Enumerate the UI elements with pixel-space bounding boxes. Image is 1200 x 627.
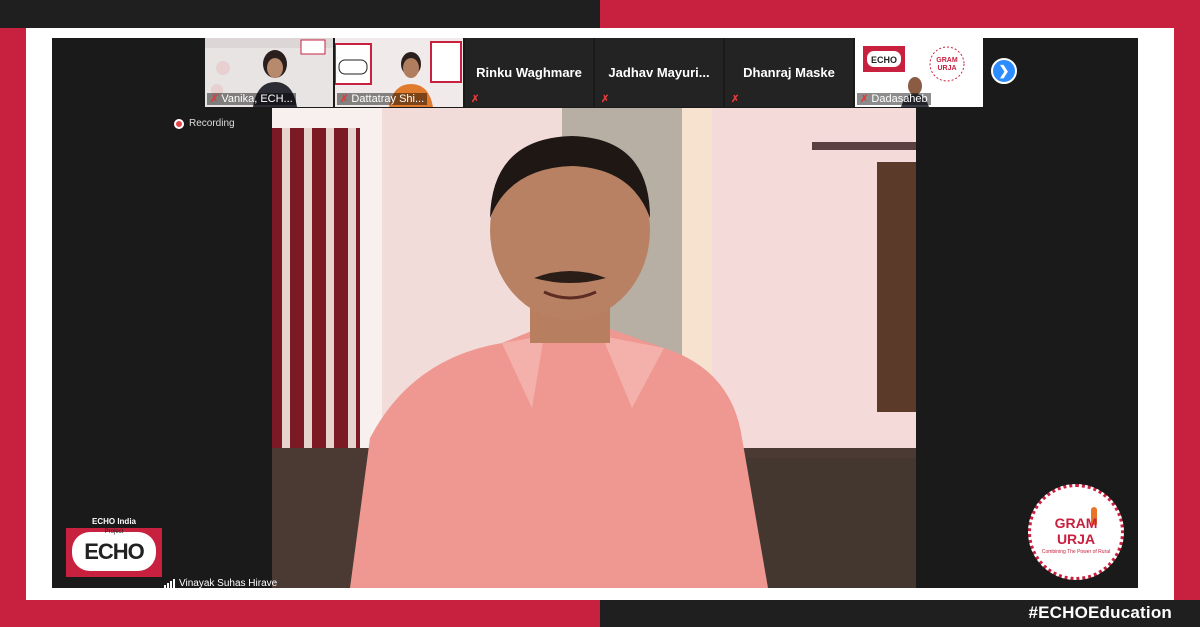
recording-indicator[interactable]: Recording <box>174 118 235 129</box>
recording-label: Recording <box>189 118 235 129</box>
banner-side-left <box>0 28 26 600</box>
speaker-video-frame <box>272 108 916 588</box>
participant-name: Dattatray Shi... <box>351 93 425 105</box>
mic-muted-icon: ✗ <box>471 94 480 105</box>
banner-top-left <box>0 0 600 28</box>
participant-name: Jadhav Mayuri... <box>608 65 710 80</box>
participant-name: Rinku Waghmare <box>476 65 582 80</box>
mic-muted-icon: ✗ <box>340 93 349 105</box>
banner-top-right <box>600 0 1200 28</box>
participant-tile-dadasaheb[interactable]: ECHO GRAM URJA ✗ Dadasaheb <box>855 38 983 107</box>
zoom-meeting-window: ✗ Vanika, ECH... ✗ Dattatray Shi... Rink… <box>52 38 1138 588</box>
echo-wordmark: ECHO <box>72 532 156 571</box>
hashtag-text: #ECHOEducation <box>1028 603 1172 622</box>
next-participants-button[interactable]: ❯ <box>991 58 1017 84</box>
participant-tile-rinku[interactable]: Rinku Waghmare ✗ <box>465 38 593 107</box>
gram-urja-line2: URJA <box>1056 531 1096 547</box>
participant-label-dadasaheb: ✗ Dadasaheb <box>857 93 931 105</box>
echo-logo-text: ECHO <box>84 538 145 564</box>
participant-label-dattatray: ✗ Dattatray Shi... <box>337 93 428 105</box>
chevron-right-icon: ❯ <box>998 63 1010 78</box>
participant-tile-dattatray[interactable]: ✗ Dattatray Shi... <box>335 38 463 107</box>
participant-tile-vanika[interactable]: ✗ Vanika, ECH... <box>205 38 333 107</box>
svg-text:URJA: URJA <box>937 65 956 72</box>
participant-tile-dhanraj[interactable]: Dhanraj Maske ✗ <box>725 38 853 107</box>
mic-muted-icon: ✗ <box>601 94 610 105</box>
signal-bars-icon <box>164 579 175 588</box>
speaker-name-label: Vinayak Suhas Hirave <box>164 578 277 588</box>
participant-name: Dhanraj Maske <box>743 65 835 80</box>
active-speaker-video <box>272 108 916 588</box>
participant-tile-jadhav[interactable]: Jadhav Mayuri... ✗ <box>595 38 723 107</box>
gram-urja-line1: GRAM <box>1054 515 1098 531</box>
gram-urja-tagline: Combining The Power of Rural <box>1041 549 1111 555</box>
mic-muted-icon: ✗ <box>860 93 869 105</box>
record-icon <box>174 118 184 129</box>
participant-label-vanika: ✗ Vanika, ECH... <box>207 93 296 105</box>
banner-bottom-left <box>0 600 600 627</box>
svg-text:ECHO: ECHO <box>871 55 897 65</box>
gram-urja-logo: GRAM URJA Combining The Power of Rural <box>1028 484 1124 580</box>
echo-india-logo: ECHO India Project ECHO <box>63 513 165 580</box>
banner-side-right <box>1174 28 1200 600</box>
participant-name: Dadasaheb <box>871 93 928 105</box>
speaker-name: Vinayak Suhas Hirave <box>179 578 278 588</box>
mic-muted-icon: ✗ <box>210 93 219 105</box>
participant-strip: ✗ Vanika, ECH... ✗ Dattatray Shi... Rink… <box>205 38 985 107</box>
svg-text:GRAM: GRAM <box>936 57 958 64</box>
participant-name: Vanika, ECH... <box>221 93 293 105</box>
mic-muted-icon: ✗ <box>731 94 740 105</box>
echo-india-label: ECHO India <box>66 516 162 528</box>
echo-project-label: Project <box>104 529 124 535</box>
